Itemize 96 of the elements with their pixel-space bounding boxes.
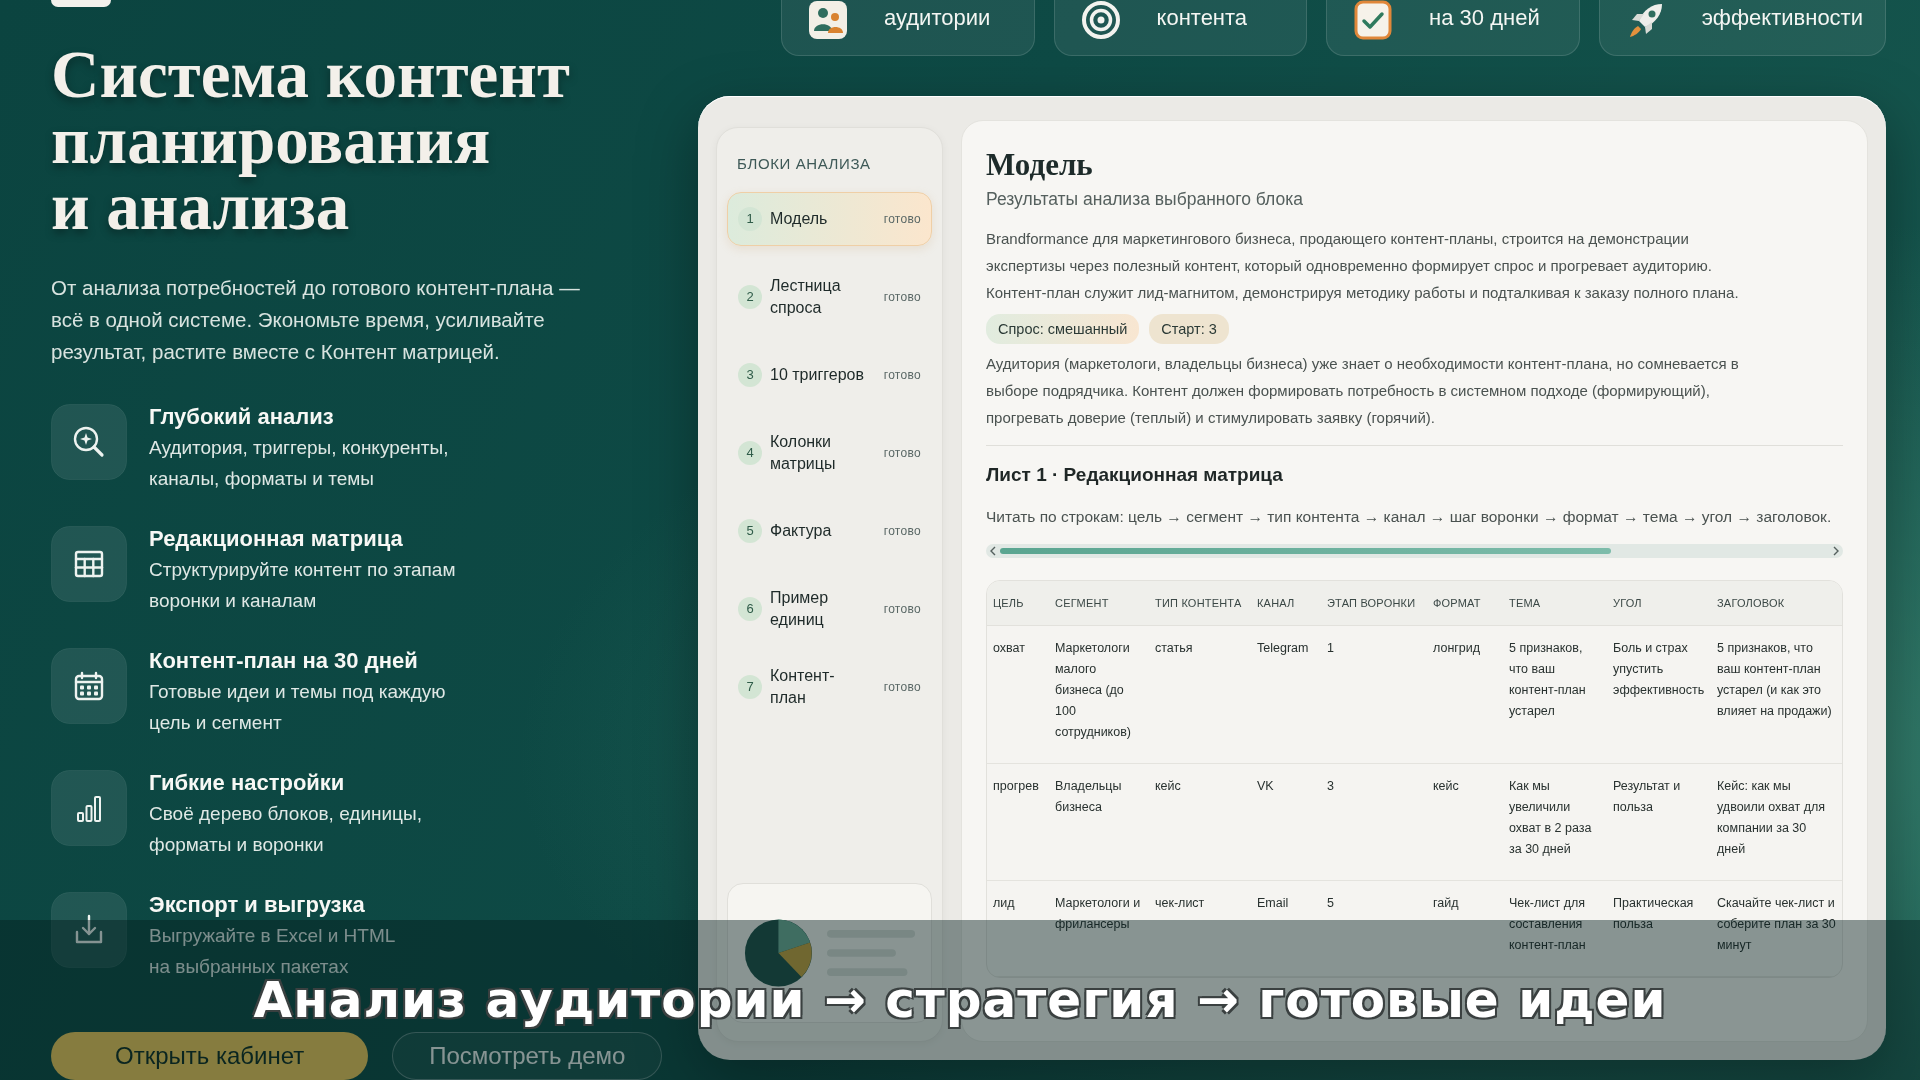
column-header: ТИП КОНТЕНТА	[1154, 596, 1243, 611]
table-cell-text: Боль и страх упустить эффективность	[1612, 640, 1706, 699]
table-cell-text: 3	[1326, 778, 1335, 795]
calendar-icon	[51, 648, 127, 724]
column-header: ТЕМА	[1508, 596, 1542, 611]
table-cell-text: Email	[1256, 895, 1290, 912]
status-label: готово	[883, 367, 921, 384]
column-header: СЕГМЕНТ	[1054, 596, 1110, 611]
sidebar-item[interactable]: 4 Колонки матрицы готово	[727, 426, 932, 480]
step-number: 3	[738, 363, 762, 387]
column-header: ЭТАП ВОРОНКИ	[1326, 596, 1417, 611]
status-label: готово	[883, 445, 921, 462]
table-cell-text: Чек-лист для составления контент-план	[1508, 895, 1587, 954]
content-subtitle: Результаты анализа выбранного блока	[986, 188, 1303, 211]
table-cell-text: 1	[1326, 640, 1335, 657]
card-label: контента	[1156, 4, 1248, 32]
sidebar-item[interactable]: 5 Фактура готово	[727, 504, 932, 558]
feature-description: Структурируйте контент по этапам воронки и каналам	[149, 558, 456, 613]
table-cell-text: чек-лист	[1154, 895, 1206, 912]
feature-title: Глубокий анализ	[149, 403, 334, 431]
column-header: КАНАЛ	[1256, 596, 1296, 611]
table-cell-text: 5	[1326, 895, 1335, 912]
table-cell-text: охват	[992, 640, 1026, 657]
hero-description: От анализа потребностей до готового контент-плана — всё в одной системе. Экономьте время, усиливайте результат, растите вместе с Контент матрицей.	[51, 275, 580, 365]
table-cell-text: 5 признаков, что ваш контент-план устарел	[1508, 640, 1587, 720]
summary-text: Brandformance для маркетингового бизнеса, продающего контент-планы, строится на демонстрации экспертизы через полезный контент, который одновременно формирует спрос и прогревает аудиторию. Контент-план служит лид-магнитом, демонстрируя методику работы и подталкивая к заказу полного плана.	[986, 229, 1739, 303]
table-cell-text: гайд	[1432, 895, 1460, 912]
column-header: ФОРМАТ	[1432, 596, 1482, 611]
table-cell-text: VK	[1256, 778, 1275, 795]
column-header: ЦЕЛЬ	[992, 596, 1025, 611]
table-cell-text: Практическая польза	[1612, 895, 1695, 933]
feature-description: Готовые идеи и темы под каждую цель и сегмент	[149, 680, 446, 735]
step-number: 7	[738, 675, 762, 699]
logo-icon	[51, 0, 111, 7]
pie-chart-icon	[744, 917, 813, 989]
status-label: готово	[883, 523, 921, 540]
table-cell-text: Кейс: как мы удвоили охват для компании за 30 дней	[1716, 778, 1827, 858]
scrollbar-thumb[interactable]	[1000, 548, 1612, 554]
table-cell-text: Как мы увеличили охват в 2 раза за 30 дней	[1508, 778, 1593, 858]
sidebar-title: БЛОКИ АНАЛИЗА	[736, 154, 871, 174]
step-number: 6	[738, 597, 762, 621]
table-cell-text: лид	[992, 895, 1016, 912]
reading-hint: Читать по строкам: цель → сегмент → тип контента → канал → шаг воронки → формат → тема → угол → заголовок.	[986, 507, 1832, 527]
feature-title: Контент-план на 30 дней	[149, 647, 418, 675]
feature-description: Выгружайте в Excel и HTML на выбранных пакетах	[149, 924, 396, 979]
card-label: аудитории	[884, 4, 991, 32]
feature-title: Редакционная матрица	[149, 525, 403, 553]
chevron-right-icon[interactable]	[1833, 546, 1839, 556]
column-header: УГОЛ	[1612, 596, 1643, 611]
status-label: готово	[883, 601, 921, 618]
sheet-title: Лист 1 · Редакционная матрица	[986, 463, 1283, 487]
step-number: 5	[738, 519, 762, 543]
status-label: готово	[883, 289, 921, 306]
content-title: Модель	[986, 147, 1093, 183]
table-cell-text: Маркетологи и фрилансеры	[1054, 895, 1142, 933]
step-number: 1	[738, 207, 762, 231]
table-cell-text: кейс	[1154, 778, 1182, 795]
people-icon	[808, 0, 848, 40]
feature-description: Аудитория, триггеры, конкуренты, каналы, форматы и темы	[149, 436, 449, 491]
column-header: ЗАГОЛОВОК	[1716, 596, 1786, 611]
table-cell-text: Скачайте чек-лист и соберите план за 30 минут	[1716, 895, 1837, 954]
status-label: готово	[883, 211, 921, 228]
card-label: на 30 дней	[1429, 4, 1540, 32]
feature-title: Экспорт и выгрузка	[149, 891, 365, 919]
feature-description: Своё дерево блоков, единицы, форматы и воронки	[149, 802, 422, 857]
table-cell-text: Telegram	[1256, 640, 1310, 657]
hero-title: Система контент планирования и анализа	[51, 41, 570, 239]
open-account-button[interactable]: Открыть кабинет	[51, 1032, 369, 1080]
table-cell-text: Маркетологи малого бизнеса (до 100 сотрудников)	[1054, 640, 1132, 741]
scrollbar[interactable]	[986, 544, 1843, 558]
table-cell-text: Владельцы бизнеса	[1054, 778, 1123, 816]
feature-title: Гибкие настройки	[149, 769, 345, 797]
sidebar-item[interactable]: 6 Пример единиц готово	[727, 582, 932, 636]
sidebar-item[interactable]: 7 Контент-план готово	[727, 660, 932, 714]
clipboard-check-icon	[1353, 0, 1394, 40]
tag: Старт: 3	[1149, 314, 1229, 344]
sidebar-item[interactable]: 1 Модель готово	[727, 192, 932, 246]
table-cell-text: кейс	[1432, 778, 1460, 795]
table-cell-text: прогрев	[992, 778, 1040, 795]
table-cell-text: Результат и польза	[1612, 778, 1682, 816]
status-label: готово	[883, 679, 921, 696]
bar-chart-icon	[51, 770, 127, 846]
card-label: эффективности	[1701, 4, 1863, 32]
table-icon	[51, 526, 127, 602]
chevron-left-icon[interactable]	[990, 546, 996, 556]
tag: Спрос: смешанный	[986, 314, 1140, 344]
search-icon	[51, 404, 127, 480]
audience-note: Аудитория (маркетологи, владельцы бизнеса) уже знает о необходимости контент-плана, но сомневается в выборе подрядчика. Контент должен формировать потребность в системном подходе (формирующий), прогревать доверие (теплый) и стимулировать заявку (горячий).	[986, 354, 1739, 428]
step-number: 4	[738, 441, 762, 465]
table-cell-text: 5 признаков, что ваш контент-план устарел (и как это влияет на продажи)	[1716, 640, 1833, 720]
table-cell-text: лонгрид	[1432, 640, 1482, 657]
target-icon	[1080, 0, 1121, 40]
sidebar-item[interactable]: 3 10 триггеров готово	[727, 348, 932, 402]
table-cell-text: статья	[1154, 640, 1194, 657]
step-number: 2	[738, 285, 762, 309]
sidebar-item[interactable]: 2 Лестница спроса готово	[727, 270, 932, 324]
